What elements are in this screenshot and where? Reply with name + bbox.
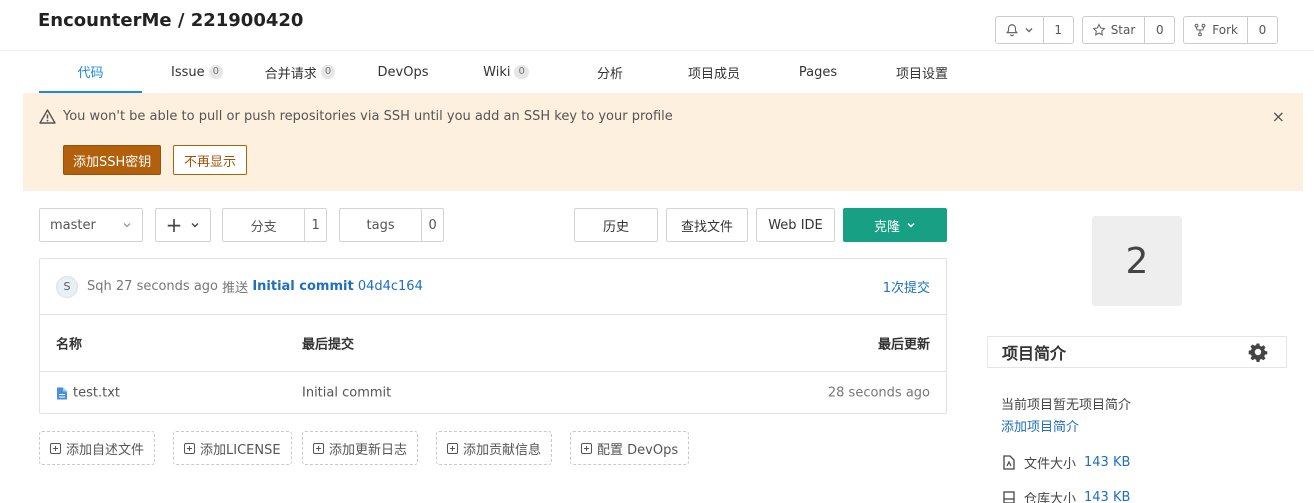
- tab-merge-requests[interactable]: 合并请求 0: [250, 51, 350, 93]
- col-last-commit-header: 最后提交: [302, 337, 355, 353]
- project-nav-tabs: 代码 Issue 0 合并请求 0 DevOps Wiki 0 分析 项目成员 Pag…: [0, 50, 1314, 93]
- avatar[interactable]: S: [56, 275, 78, 298]
- branches-button[interactable]: 分支 1: [222, 208, 327, 242]
- col-last-update-header: 最后更新: [877, 337, 930, 353]
- add-changelog-button[interactable]: 添加更新日志: [302, 431, 419, 465]
- plus-square-icon: [184, 442, 195, 454]
- repo-size-label: 仓库大小: [1024, 492, 1077, 503]
- star-label: Star: [1110, 23, 1136, 37]
- commit-author[interactable]: Sqh: [87, 279, 112, 294]
- file-listing: S Sqh 27 seconds ago 推送 Initial commit 0…: [39, 258, 947, 414]
- find-file-button[interactable]: 查找文件: [666, 208, 748, 242]
- commit-message-link[interactable]: Initial commit: [252, 279, 353, 294]
- wiki-count-badge: 0: [514, 65, 529, 79]
- tab-devops[interactable]: DevOps: [357, 51, 449, 93]
- plus-square-icon: [447, 442, 458, 454]
- gear-icon[interactable]: [1248, 342, 1268, 362]
- file-icon: [57, 387, 67, 399]
- configure-devops-button[interactable]: 配置 DevOps: [570, 431, 690, 465]
- clone-button[interactable]: 克隆: [843, 208, 947, 242]
- file-size-icon: [1003, 455, 1015, 470]
- chevron-down-icon: [1025, 28, 1033, 33]
- tab-code[interactable]: 代码: [39, 51, 142, 93]
- ssh-key-alert: You won't be able to pull or push reposi…: [23, 93, 1303, 191]
- col-name-header: 名称: [56, 337, 83, 353]
- star-count: 0: [1144, 17, 1174, 43]
- tab-settings[interactable]: 项目设置: [876, 51, 968, 93]
- file-size-stat: 文件大小 143 KB: [1002, 453, 1130, 472]
- tab-issue[interactable]: Issue 0: [150, 51, 244, 93]
- repo-size-icon: [1003, 491, 1015, 503]
- table-row[interactable]: test.txt Initial commit 28 seconds ago: [40, 372, 946, 414]
- commit-action: 推送: [222, 281, 249, 296]
- add-readme-button[interactable]: 添加自述文件: [39, 431, 156, 465]
- file-commit-message[interactable]: Initial commit: [302, 386, 391, 401]
- commit-time: 27 seconds ago: [115, 279, 219, 294]
- watch-button[interactable]: 1: [994, 16, 1074, 44]
- branches-label: 分支: [250, 219, 277, 235]
- fork-count: 0: [1247, 17, 1277, 43]
- branches-count: 1: [304, 209, 326, 241]
- add-description-link[interactable]: 添加项目简介: [1001, 416, 1079, 435]
- fork-icon: [1194, 23, 1206, 37]
- commit-count-link[interactable]: 1次提交: [883, 277, 930, 296]
- last-commit-row: S Sqh 27 seconds ago 推送 Initial commit 0…: [40, 259, 946, 315]
- branch-select[interactable]: master: [39, 208, 143, 242]
- plus-icon: +: [165, 213, 183, 237]
- project-avatar: 2: [1092, 216, 1182, 306]
- dont-show-again-button[interactable]: 不再显示: [173, 145, 248, 175]
- add-dropdown-button[interactable]: +: [155, 208, 211, 242]
- web-ide-button[interactable]: Web IDE: [756, 208, 835, 242]
- tab-pages[interactable]: Pages: [772, 51, 864, 93]
- plus-square-icon: [50, 442, 61, 454]
- add-ssh-key-button[interactable]: 添加SSH密钥: [63, 145, 162, 175]
- star-icon: [1092, 23, 1106, 36]
- branch-name: master: [50, 217, 96, 233]
- file-size-label: 文件大小: [1024, 457, 1077, 472]
- table-header: 名称 最后提交 最后更新: [40, 315, 946, 372]
- tab-wiki[interactable]: Wiki 0: [460, 51, 552, 93]
- file-size-value: 143 KB: [1084, 455, 1131, 470]
- clone-label: 克隆: [873, 219, 900, 235]
- commit-sha-link[interactable]: 04d4c164: [358, 279, 423, 294]
- fork-label: Fork: [1212, 23, 1238, 37]
- plus-square-icon: [313, 442, 324, 454]
- file-updated-time: 28 seconds ago: [827, 385, 930, 401]
- merge-request-count-badge: 0: [320, 65, 336, 79]
- alert-close-icon[interactable]: ×: [1272, 107, 1285, 126]
- add-license-button[interactable]: 添加LICENSE: [173, 431, 292, 465]
- star-button[interactable]: Star 0: [1081, 16, 1176, 44]
- about-section-header: 项目简介: [987, 336, 1287, 368]
- issue-count-badge: 0: [208, 65, 223, 79]
- tab-members[interactable]: 项目成员: [668, 51, 760, 93]
- plus-square-icon: [581, 442, 592, 454]
- alert-message: You won't be able to pull or push reposi…: [63, 109, 673, 124]
- repo-size-value: 143 KB: [1084, 490, 1131, 503]
- warning-icon: [39, 109, 56, 124]
- watch-count: 1: [1042, 17, 1073, 43]
- fork-button[interactable]: Fork 0: [1183, 16, 1278, 44]
- tab-analytics[interactable]: 分析: [564, 51, 656, 93]
- add-contributing-button[interactable]: 添加贡献信息: [436, 431, 553, 465]
- chevron-down-icon: [907, 222, 915, 228]
- tags-label: tags: [366, 217, 395, 233]
- about-title: 项目简介: [1002, 344, 1067, 363]
- about-description: 当前项目暂无项目简介: [1001, 398, 1132, 413]
- file-name-link[interactable]: test.txt: [73, 386, 120, 401]
- tags-count: 0: [421, 209, 443, 241]
- header-actions: 1 Star 0 Fork 0: [994, 16, 1278, 44]
- project-title[interactable]: EncounterMe / 221900420: [38, 10, 303, 31]
- history-button[interactable]: 历史: [574, 208, 658, 242]
- bell-icon: [1005, 24, 1018, 37]
- repo-size-stat: 仓库大小 143 KB: [1002, 488, 1130, 503]
- chevron-down-icon: [123, 223, 131, 228]
- tags-button[interactable]: tags 0: [339, 208, 444, 242]
- chevron-down-icon: [191, 223, 199, 228]
